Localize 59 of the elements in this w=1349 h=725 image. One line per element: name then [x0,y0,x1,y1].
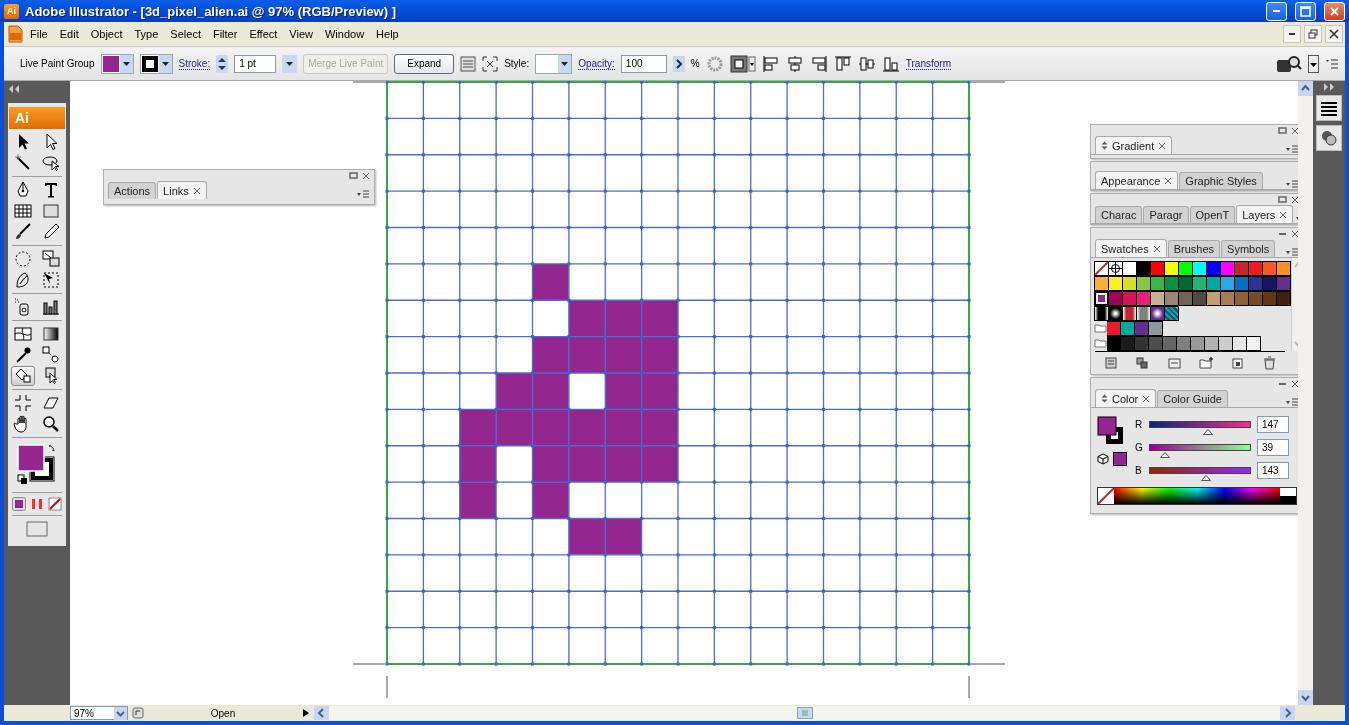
menu-item[interactable]: Window [319,26,371,42]
value-field[interactable]: 39 [1257,439,1289,456]
channel-label: B [1135,465,1143,476]
tab-label: Graphic Styles [1185,175,1257,187]
stroke-link[interactable]: Stroke: [178,57,211,70]
menu-item[interactable]: Type [128,26,165,42]
tab-label: Actions [114,185,151,197]
percent-label: % [690,58,700,69]
panel-tab[interactable]: Swatches [1095,239,1167,257]
style-label: Style: [504,58,530,69]
menu-item[interactable]: Select [164,26,207,42]
expand-button[interactable]: Expand [394,53,455,74]
panel-tab[interactable]: Graphic Styles [1179,172,1263,189]
tab-label: Color [1112,392,1139,405]
menu-item[interactable]: View [283,26,319,42]
panel-tab[interactable]: Paragr [1143,206,1189,223]
menu-item[interactable]: Filter [206,26,244,42]
tab-label: Symbols [1227,243,1270,255]
tab-label: Gradient [1112,139,1155,152]
panel-tab[interactable]: Gradient [1095,136,1173,154]
value-field[interactable]: 147 [1257,416,1289,433]
channel-label: R [1135,419,1143,430]
menu-item[interactable]: Effect [243,26,284,42]
tab-label: Layers [1242,208,1276,221]
stroke-weight-field[interactable]: 1 pt [234,54,277,73]
app-logo: Ai [4,3,19,19]
tab-label: Color Guide [1163,393,1222,405]
panel-tab[interactable]: Color [1095,389,1157,407]
opacity-field[interactable]: 100 [620,54,667,73]
panel-tab[interactable]: Actions [108,182,157,199]
tab-label: Brushes [1173,243,1215,255]
panel-tab[interactable]: OpenT [1189,206,1236,223]
value-field[interactable]: 143 [1257,462,1289,479]
menu-item[interactable]: File [24,26,54,42]
tab-label: Paragr [1149,209,1183,221]
panel-tab[interactable]: Symbols [1221,240,1276,257]
panel-tab[interactable]: Color Guide [1157,390,1228,407]
panel-tab[interactable]: Layers [1236,205,1294,223]
status-text: Open [209,707,237,719]
zoom-field[interactable]: 97% [70,706,128,720]
tab-label: Charac [1101,209,1137,221]
zoom-value: 97% [74,707,94,719]
transform-link[interactable]: Transform [905,57,951,70]
tab-label: Appearance [1101,174,1161,187]
tab-label: OpenT [1195,209,1230,221]
panel-tab[interactable]: Links [157,181,207,199]
menu-item[interactable]: Object [84,26,129,42]
selection-label: Live Paint Group [20,58,95,69]
tab-label: Swatches [1101,242,1149,255]
channel-label: G [1135,442,1143,453]
menu-item[interactable]: Help [370,26,405,42]
menu-item[interactable]: Edit [53,26,85,42]
opacity-link[interactable]: Opacity: [578,57,615,70]
panel-tab[interactable]: Brushes [1167,240,1221,257]
tab-label: Links [163,184,189,197]
panel-tab[interactable]: Appearance [1095,171,1179,189]
panel-tab[interactable]: Charac [1095,206,1143,223]
app-logo: Ai [9,107,65,129]
window-title: Adobe Illustrator - [3d_pixel_alien.ai @ 97% (RGB/Preview) ] [25,3,397,19]
